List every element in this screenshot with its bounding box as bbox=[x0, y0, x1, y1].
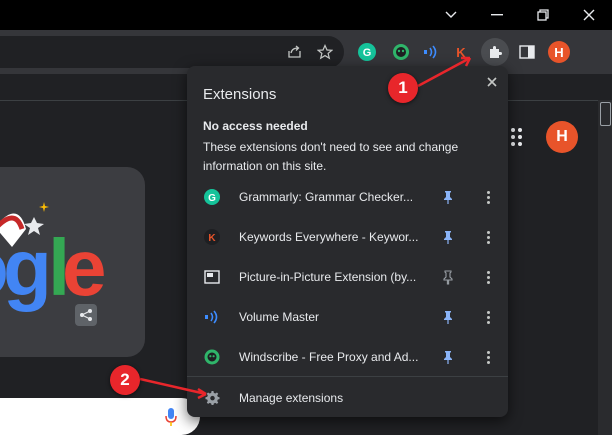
annotation-arrows bbox=[139, 56, 472, 400]
callout-2: 2 bbox=[110, 365, 140, 395]
callout-1: 1 bbox=[388, 73, 418, 103]
